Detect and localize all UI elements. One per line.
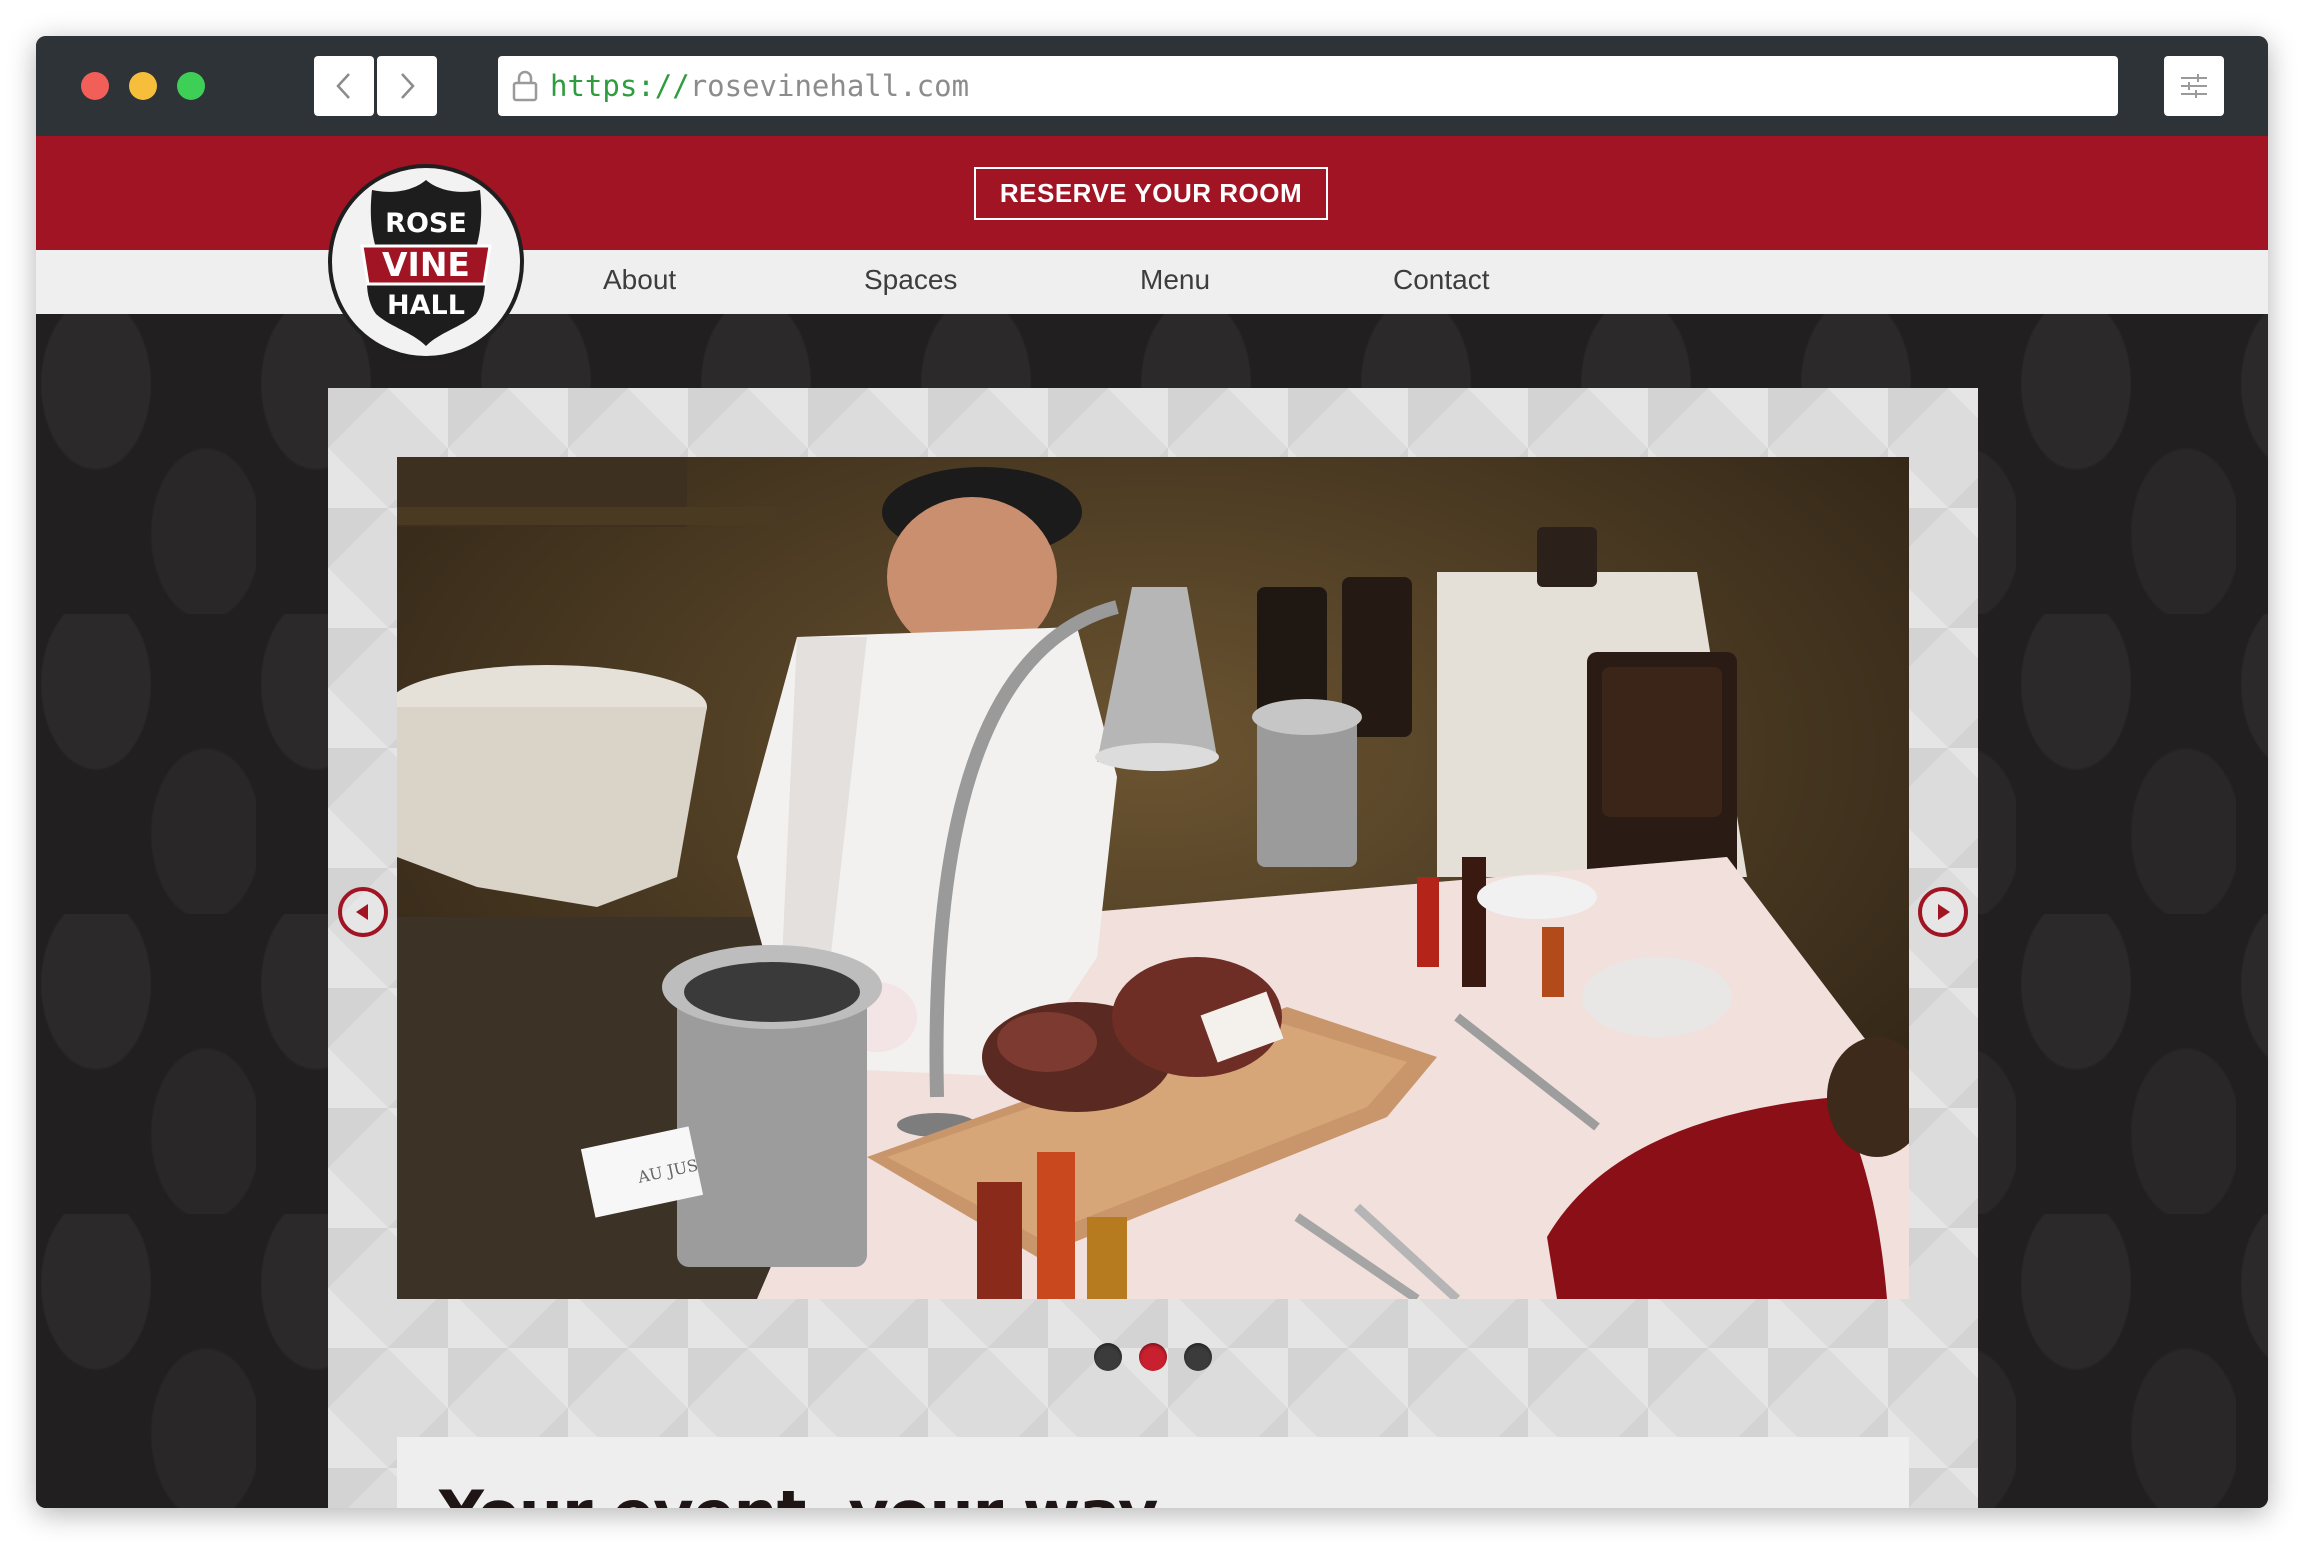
play-left-icon xyxy=(356,904,368,920)
svg-text:HALL: HALL xyxy=(387,290,465,321)
nav-menu[interactable]: Menu xyxy=(1140,264,1210,296)
site-logo[interactable]: ROSE VINE HALL xyxy=(328,164,524,360)
url-scheme: https:// xyxy=(550,69,690,103)
reserve-room-button[interactable]: RESERVE YOUR ROOM xyxy=(974,167,1328,220)
page-tagline: Your event, your way. xyxy=(439,1477,1175,1508)
browser-toolbar: https://rosevinehall.com xyxy=(36,36,2268,136)
slider-dot-2[interactable] xyxy=(1139,1343,1167,1371)
slider-next-button[interactable] xyxy=(1918,887,1968,937)
slider-dot-3[interactable] xyxy=(1184,1343,1212,1371)
maximize-window-button[interactable] xyxy=(177,72,205,100)
browser-settings-button[interactable] xyxy=(2164,56,2224,116)
browser-window: https://rosevinehall.com RESERVE YOUR RO… xyxy=(36,36,2268,1508)
url-host: rosevinehall.com xyxy=(689,69,970,103)
intro-card: Your event, your way. xyxy=(397,1437,1909,1508)
svg-text:ROSE: ROSE xyxy=(385,208,467,239)
close-window-button[interactable] xyxy=(81,72,109,100)
slide-image: AU JUS xyxy=(397,457,1909,1299)
lock-icon xyxy=(512,70,538,102)
nav-spaces[interactable]: Spaces xyxy=(864,264,957,296)
svg-text:VINE: VINE xyxy=(382,245,470,284)
play-right-icon xyxy=(1938,904,1950,920)
slider-prev-button[interactable] xyxy=(338,887,388,937)
url-text: https://rosevinehall.com xyxy=(550,69,969,103)
chevron-left-icon xyxy=(336,73,350,99)
forward-button[interactable] xyxy=(377,56,437,116)
minimize-window-button[interactable] xyxy=(129,72,157,100)
back-button[interactable] xyxy=(314,56,374,116)
chevron-right-icon xyxy=(401,73,415,99)
shield-logo-icon: ROSE VINE HALL xyxy=(360,180,492,346)
slider-dot-1[interactable] xyxy=(1094,1343,1122,1371)
slider-dots xyxy=(328,1343,1978,1371)
nav-about[interactable]: About xyxy=(603,264,676,296)
nav-contact[interactable]: Contact xyxy=(1393,264,1490,296)
address-bar[interactable]: https://rosevinehall.com xyxy=(498,56,2118,116)
buffet-photo: AU JUS xyxy=(397,457,1909,1299)
sliders-icon xyxy=(2181,74,2207,98)
hero-panel: AU JUS xyxy=(328,388,1978,1508)
